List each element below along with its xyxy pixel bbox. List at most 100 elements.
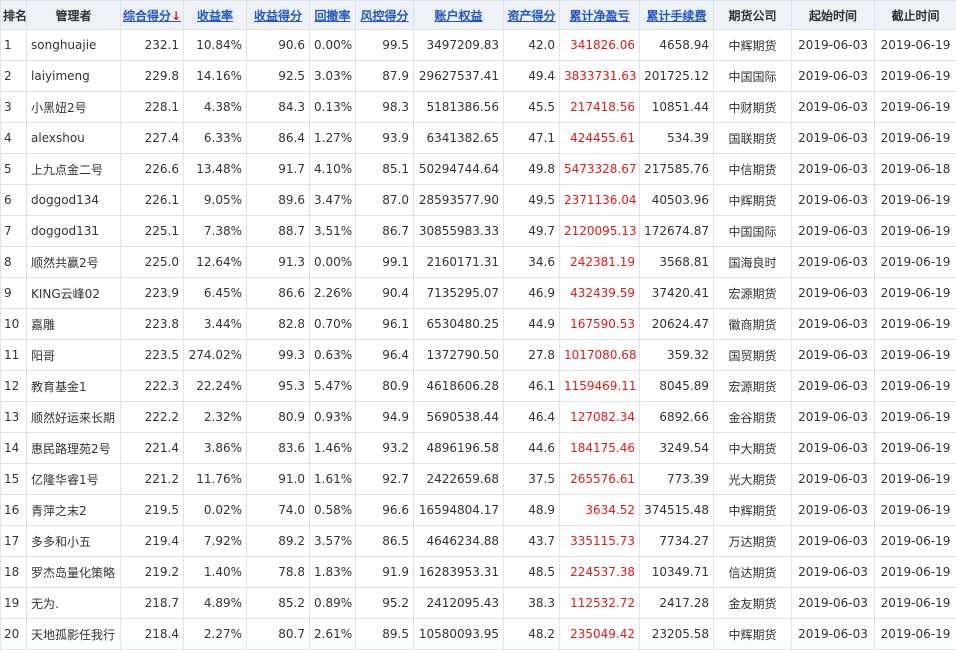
- cell-manager[interactable]: KING云峰02: [27, 278, 121, 309]
- cell-manager[interactable]: laiyimeng: [27, 61, 121, 92]
- cell-broker: 中辉期货: [714, 185, 792, 216]
- cell-equity: 2160171.31: [414, 247, 504, 278]
- cell-broker: 中国国际: [714, 61, 792, 92]
- cell-drawdown: 3.51%: [310, 216, 356, 247]
- cell-manager[interactable]: 上九点金二号: [27, 154, 121, 185]
- cell-manager[interactable]: 嘉雕: [27, 309, 121, 340]
- header-rank: 排名: [1, 1, 27, 30]
- table-row: 5上九点金二号226.613.48%91.74.10%85.150294744.…: [1, 154, 956, 185]
- cell-return-score: 89.2: [247, 526, 310, 557]
- cell-return-rate: 2.27%: [184, 619, 247, 650]
- cell-fees: 40503.96: [640, 185, 714, 216]
- cell-broker: 中辉期货: [714, 495, 792, 526]
- cell-drawdown: 0.70%: [310, 309, 356, 340]
- cell-drawdown: 1.83%: [310, 557, 356, 588]
- table-row: 15亿隆华睿1号221.211.76%91.01.61%92.72422659.…: [1, 464, 956, 495]
- cell-return-score: 99.3: [247, 340, 310, 371]
- cell-manager[interactable]: 惠民路理苑2号: [27, 433, 121, 464]
- table-row: 3小黑妞2号228.14.38%84.30.13%98.35181386.564…: [1, 92, 956, 123]
- cell-rank: 13: [1, 402, 27, 433]
- cell-end-time: 2019-06-19: [875, 557, 956, 588]
- cell-fees: 37420.41: [640, 278, 714, 309]
- cell-end-time: 2019-06-19: [875, 402, 956, 433]
- cell-total-score: 218.4: [121, 619, 184, 650]
- cell-return-score: 86.6: [247, 278, 310, 309]
- cell-net-pnl: 184175.46: [560, 433, 640, 464]
- cell-manager[interactable]: 亿隆华睿1号: [27, 464, 121, 495]
- cell-risk-score: 93.9: [356, 123, 414, 154]
- cell-manager[interactable]: 天地孤影任我行: [27, 619, 121, 650]
- cell-manager[interactable]: songhuajie: [27, 30, 121, 61]
- cell-asset-score: 42.0: [504, 30, 560, 61]
- cell-fees: 6892.66: [640, 402, 714, 433]
- cell-net-pnl: 3833731.63: [560, 61, 640, 92]
- cell-manager[interactable]: doggod131: [27, 216, 121, 247]
- table-row: 4alexshou227.46.33%86.41.27%93.96341382.…: [1, 123, 956, 154]
- cell-return-score: 80.9: [247, 402, 310, 433]
- table-row: 1songhuajie232.110.84%90.60.00%99.534972…: [1, 30, 956, 61]
- cell-manager[interactable]: alexshou: [27, 123, 121, 154]
- header-return-rate[interactable]: 收益率: [184, 1, 247, 30]
- cell-asset-score: 49.8: [504, 154, 560, 185]
- cell-broker: 万达期货: [714, 526, 792, 557]
- cell-net-pnl: 335115.73: [560, 526, 640, 557]
- cell-asset-score: 48.5: [504, 557, 560, 588]
- cell-manager[interactable]: doggod134: [27, 185, 121, 216]
- header-fees[interactable]: 累计手续费: [640, 1, 714, 30]
- header-return-score[interactable]: 收益得分: [247, 1, 310, 30]
- cell-asset-score: 46.4: [504, 402, 560, 433]
- cell-asset-score: 43.7: [504, 526, 560, 557]
- cell-end-time: 2019-06-19: [875, 61, 956, 92]
- cell-manager[interactable]: 阳哥: [27, 340, 121, 371]
- cell-asset-score: 49.4: [504, 61, 560, 92]
- cell-fees: 374515.48: [640, 495, 714, 526]
- cell-manager[interactable]: 顺然共赢2号: [27, 247, 121, 278]
- cell-equity: 3497209.83: [414, 30, 504, 61]
- cell-start-time: 2019-06-03: [792, 185, 875, 216]
- cell-manager[interactable]: 教育基金1: [27, 371, 121, 402]
- cell-net-pnl: 235049.42: [560, 619, 640, 650]
- cell-asset-score: 38.3: [504, 588, 560, 619]
- cell-drawdown: 0.00%: [310, 30, 356, 61]
- cell-manager[interactable]: 无为.: [27, 588, 121, 619]
- cell-manager[interactable]: 青萍之末2: [27, 495, 121, 526]
- cell-broker: 宏源期货: [714, 278, 792, 309]
- header-row: 排名 管理者 综合得分↓ 收益率 收益得分 回撤率 风控得分 账户权益 资产得分…: [1, 1, 956, 30]
- cell-return-rate: 3.86%: [184, 433, 247, 464]
- header-asset-score[interactable]: 资产得分: [504, 1, 560, 30]
- header-drawdown[interactable]: 回撤率: [310, 1, 356, 30]
- cell-rank: 6: [1, 185, 27, 216]
- cell-fees: 3249.54: [640, 433, 714, 464]
- cell-asset-score: 48.9: [504, 495, 560, 526]
- header-risk-score[interactable]: 风控得分: [356, 1, 414, 30]
- cell-total-score: 225.1: [121, 216, 184, 247]
- cell-fees: 2417.28: [640, 588, 714, 619]
- cell-manager[interactable]: 顺然好运来长期: [27, 402, 121, 433]
- cell-end-time: 2019-06-19: [875, 526, 956, 557]
- header-net-pnl[interactable]: 累计净盈亏: [560, 1, 640, 30]
- header-start-time: 起始时间: [792, 1, 875, 30]
- cell-net-pnl: 2120095.13: [560, 216, 640, 247]
- cell-drawdown: 0.89%: [310, 588, 356, 619]
- cell-start-time: 2019-06-03: [792, 123, 875, 154]
- cell-manager[interactable]: 多多和小五: [27, 526, 121, 557]
- cell-start-time: 2019-06-03: [792, 619, 875, 650]
- cell-risk-score: 80.9: [356, 371, 414, 402]
- cell-risk-score: 86.5: [356, 526, 414, 557]
- cell-fees: 10349.71: [640, 557, 714, 588]
- cell-total-score: 221.2: [121, 464, 184, 495]
- cell-manager[interactable]: 罗杰岛量化策略: [27, 557, 121, 588]
- cell-equity: 29627537.41: [414, 61, 504, 92]
- cell-end-time: 2019-06-19: [875, 340, 956, 371]
- cell-risk-score: 94.9: [356, 402, 414, 433]
- header-total-score[interactable]: 综合得分↓: [121, 1, 184, 30]
- header-equity[interactable]: 账户权益: [414, 1, 504, 30]
- cell-manager[interactable]: 小黑妞2号: [27, 92, 121, 123]
- cell-return-rate: 12.64%: [184, 247, 247, 278]
- cell-return-score: 95.3: [247, 371, 310, 402]
- cell-drawdown: 1.27%: [310, 123, 356, 154]
- cell-rank: 14: [1, 433, 27, 464]
- cell-drawdown: 3.47%: [310, 185, 356, 216]
- ranking-table: 排名 管理者 综合得分↓ 收益率 收益得分 回撤率 风控得分 账户权益 资产得分…: [0, 0, 956, 650]
- cell-return-score: 82.8: [247, 309, 310, 340]
